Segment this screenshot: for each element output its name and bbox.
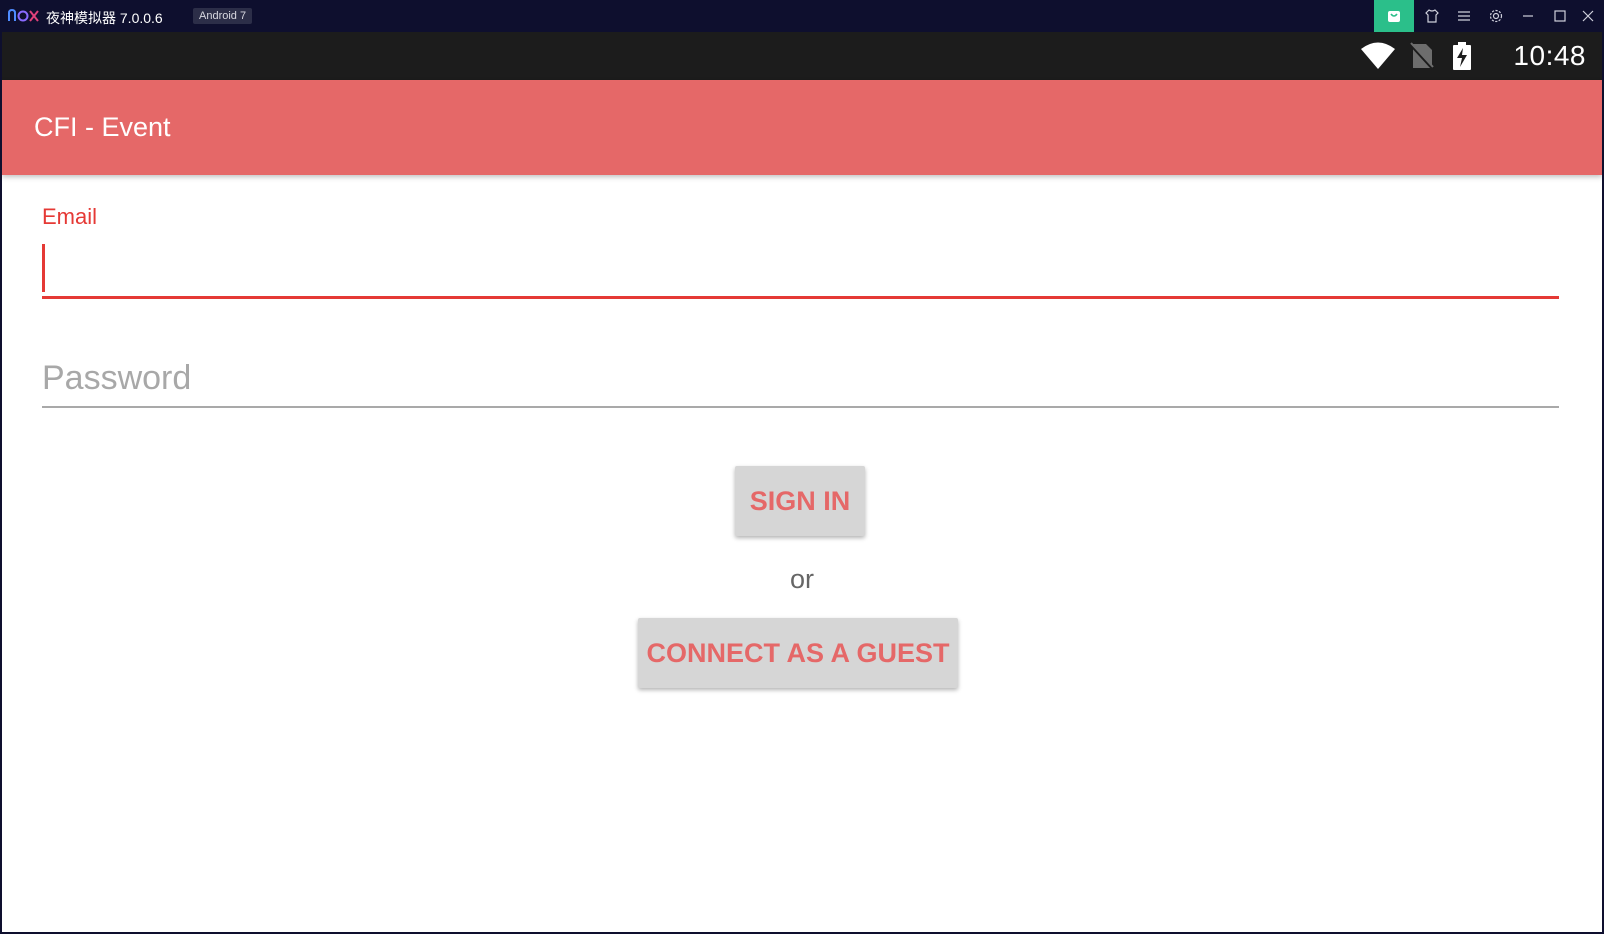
minimize-button[interactable] [1512, 0, 1544, 32]
connect-as-guest-button[interactable]: CONNECT AS A GUEST [638, 618, 958, 688]
emulator-title: 夜神模拟器 7.0.0.6 [46, 10, 163, 26]
skin-button[interactable] [1416, 0, 1448, 32]
shirt-icon [1425, 9, 1439, 23]
battery-charging-icon [1453, 42, 1471, 70]
close-icon [1582, 10, 1594, 22]
store-button[interactable] [1374, 0, 1414, 32]
settings-button[interactable] [1480, 0, 1512, 32]
email-underline [42, 296, 1559, 299]
app-toolbar: CFI - Event [2, 80, 1602, 175]
menu-icon [1458, 11, 1470, 21]
nox-logo-icon [8, 8, 39, 22]
emulator-title-bar: 夜神模拟器 7.0.0.6 Android 7 [0, 0, 1604, 32]
password-field[interactable] [42, 352, 1559, 404]
email-label: Email [42, 204, 98, 229]
menu-button[interactable] [1448, 0, 1480, 32]
minimize-icon [1523, 15, 1533, 17]
or-separator-text: or [789, 564, 814, 594]
email-field[interactable] [48, 244, 1548, 294]
wifi-icon [1361, 42, 1395, 69]
android-screen: 10:48 CFI - Event Email SIGN IN or CONNE… [2, 32, 1602, 932]
email-text-cursor [42, 244, 45, 292]
android-version-badge: Android 7 [193, 8, 253, 24]
status-bar: 10:48 [2, 32, 1602, 80]
no-sim-icon [1410, 42, 1434, 70]
store-icon [1388, 11, 1400, 22]
close-button[interactable] [1572, 0, 1604, 32]
status-clock: 10:48 [1513, 40, 1586, 71]
gear-icon [1489, 9, 1503, 23]
app-title: CFI - Event [34, 112, 171, 142]
sign-in-button[interactable]: SIGN IN [735, 466, 865, 536]
maximize-icon [1554, 10, 1566, 22]
password-underline [42, 406, 1559, 408]
